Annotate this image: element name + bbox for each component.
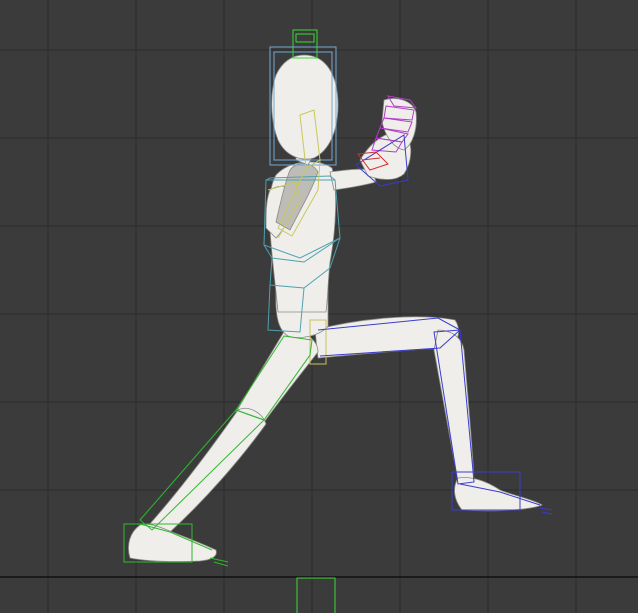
left-shin[interactable] [147, 407, 267, 533]
character-figure[interactable] [128, 54, 543, 562]
viewport-scene[interactable] [0, 0, 638, 613]
foot-control-icon[interactable] [296, 577, 336, 613]
head[interactable] [271, 54, 339, 160]
3d-viewport[interactable] [0, 0, 638, 613]
head-top-control[interactable] [292, 29, 318, 59]
